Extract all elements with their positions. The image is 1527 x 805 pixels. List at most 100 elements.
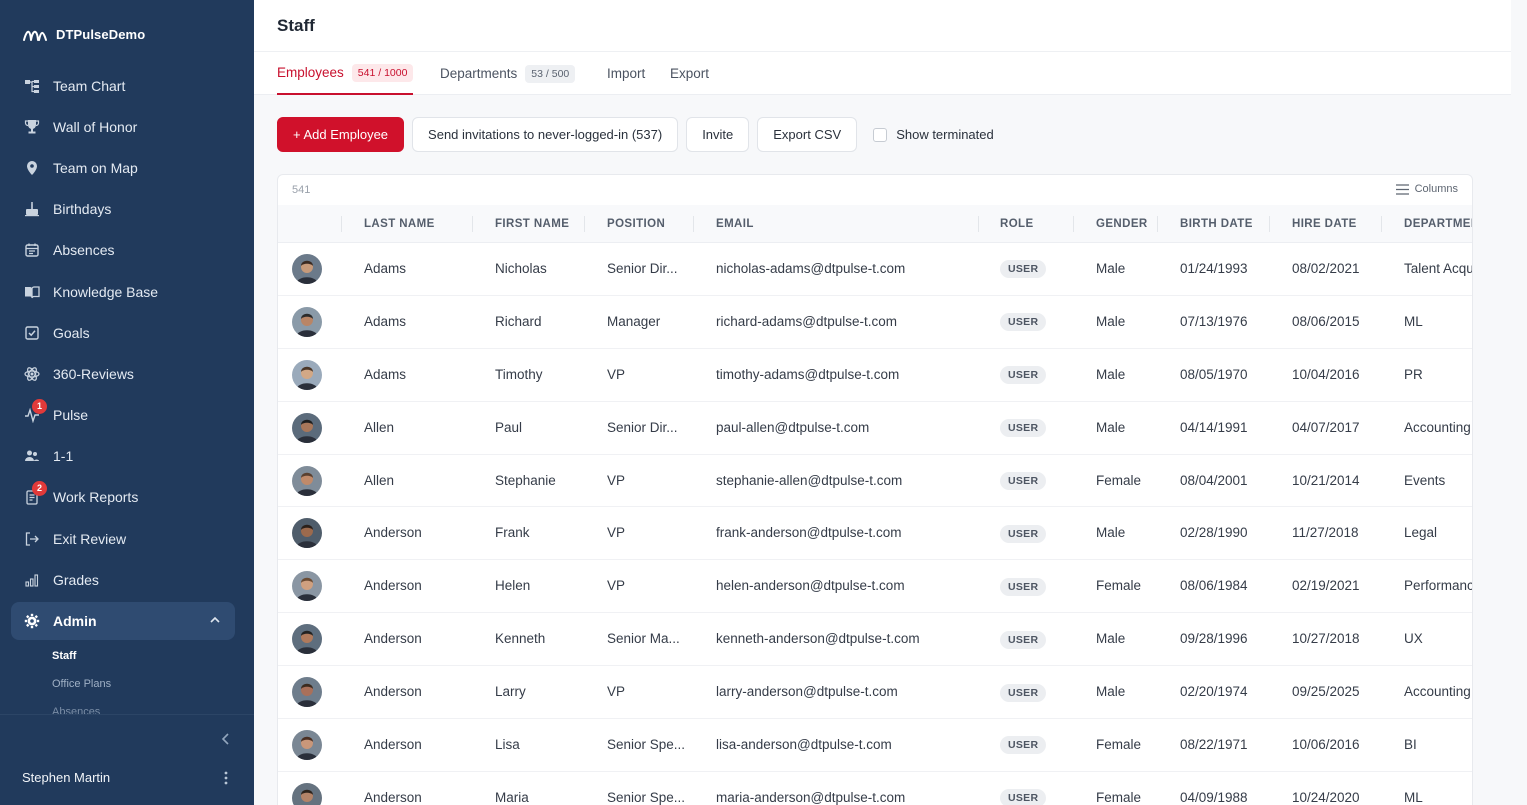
cell-department: Performance — [1404, 578, 1472, 594]
cell-birth-date: 02/28/1990 — [1180, 525, 1248, 541]
sidebar-item-1-1[interactable]: 1-1 — [11, 436, 235, 477]
sidebar-item-label: Grades — [53, 571, 99, 588]
avatar[interactable] — [292, 465, 322, 496]
header-position[interactable]: POSITION — [607, 205, 665, 243]
sidebar-item-team-chart[interactable]: Team Chart — [11, 65, 235, 106]
sidebar-item-absences[interactable]: Absences — [11, 230, 235, 271]
table-row[interactable]: Allen Stephanie VP stephanie-allen@dtpulse-… — [278, 455, 1472, 508]
avatar[interactable] — [292, 254, 322, 284]
cell-email[interactable]: timothy-adams@dtpulse-t.com — [716, 349, 976, 402]
table-row[interactable]: Adams Nicholas Senior Dir... nicholas-adams… — [278, 243, 1472, 296]
gear-icon — [23, 612, 41, 630]
cell-email[interactable]: stephanie-allen@dtpulse-t.com — [716, 455, 976, 508]
map-pin-icon — [23, 159, 41, 177]
cell-last-name: Anderson — [364, 737, 422, 753]
cell-position: Senior Spe... — [607, 737, 686, 753]
sidebar-item-admin[interactable]: Admin — [11, 602, 235, 641]
chevron-up-icon[interactable] — [209, 614, 221, 626]
main-content: Staff Employees 541 / 1000 Departments 5… — [254, 0, 1527, 805]
avatar[interactable] — [292, 624, 322, 655]
cell-email[interactable]: helen-anderson@dtpulse-t.com — [716, 560, 976, 613]
table-row[interactable]: Anderson Maria Senior Spe... maria-anderson… — [278, 772, 1472, 805]
send-invitations-button[interactable]: Send invitations to never-logged-in (537… — [412, 117, 679, 152]
cell-email[interactable]: frank-anderson@dtpulse-t.com — [716, 507, 976, 560]
bar-chart-icon — [23, 571, 41, 589]
cake-icon — [23, 200, 41, 218]
cell-role: USER — [1000, 719, 1070, 772]
sidebar-item-goals[interactable]: Goals — [11, 312, 235, 353]
avatar[interactable] — [292, 782, 322, 805]
table-row[interactable]: Anderson Kenneth Senior Ma... kenneth-ander… — [278, 613, 1472, 667]
avatar[interactable] — [292, 730, 322, 761]
avatar[interactable] — [292, 306, 322, 337]
sidebar-item-wall-of-honor[interactable]: Wall of Honor — [11, 106, 235, 147]
more-vertical-icon[interactable] — [221, 770, 231, 786]
role-badge: USER — [1000, 313, 1047, 332]
subnav-item-staff[interactable]: Staff — [52, 646, 111, 674]
cell-birth-date: 09/28/1996 — [1180, 631, 1248, 647]
tab-import[interactable]: Import — [607, 52, 645, 95]
sidebar-item-exit-review[interactable]: Exit Review — [11, 518, 235, 559]
table-row[interactable]: Anderson Helen VP helen-anderson@dtpulse-t.… — [278, 560, 1472, 614]
cell-email[interactable]: richard-adams@dtpulse-t.com — [716, 296, 976, 349]
cell-role: USER — [1000, 402, 1070, 455]
header-gender[interactable]: GENDER — [1096, 205, 1148, 243]
show-terminated-toggle[interactable]: Show terminated — [873, 127, 994, 142]
sidebar-item-work-reports[interactable]: 2 Work Reports — [11, 477, 235, 518]
avatar[interactable] — [292, 412, 322, 443]
cell-first-name: Helen — [495, 578, 531, 594]
brand-logo-icon — [23, 30, 47, 41]
header-email[interactable]: EMAIL — [716, 205, 754, 243]
tab-departments[interactable]: Departments 53 / 500 — [440, 52, 576, 95]
sidebar-item-pulse[interactable]: 1 Pulse — [11, 395, 235, 436]
brand[interactable]: DTPulseDemo — [22, 24, 145, 44]
tab-count-badge: 541 / 1000 — [351, 63, 414, 82]
avatar[interactable] — [292, 518, 322, 549]
cell-email[interactable]: maria-anderson@dtpulse-t.com — [716, 772, 976, 805]
cell-role: USER — [1000, 349, 1070, 402]
cell-email[interactable]: nicholas-adams@dtpulse-t.com — [716, 243, 976, 296]
subnav-item-office-plans[interactable]: Office Plans — [52, 674, 111, 702]
tab-bar: Employees 541 / 1000 Departments 53 / 50… — [254, 52, 1511, 95]
sidebar-item-knowledge-base[interactable]: Knowledge Base — [11, 271, 235, 312]
cell-first-name: Lisa — [495, 737, 520, 753]
show-terminated-checkbox[interactable] — [873, 127, 888, 142]
table-row[interactable]: Adams Timothy VP timothy-adams@dtpulse-t.co… — [278, 349, 1472, 402]
sidebar: DTPulseDemo Team Chart Wall of Honor Tea… — [0, 0, 254, 805]
header-last-name[interactable]: LAST NAME — [364, 205, 435, 243]
header-department[interactable]: DEPARTMENT — [1404, 205, 1472, 243]
table-row[interactable]: Adams Richard Manager richard-adams@dtpulse… — [278, 296, 1472, 349]
header-role[interactable]: ROLE — [1000, 205, 1034, 243]
role-badge: USER — [1000, 683, 1047, 702]
cell-gender: Male — [1096, 261, 1126, 276]
cell-email[interactable]: larry-anderson@dtpulse-t.com — [716, 666, 976, 719]
user-name[interactable]: Stephen Martin — [22, 770, 110, 785]
cell-email[interactable]: kenneth-anderson@dtpulse-t.com — [716, 613, 976, 666]
tab-export[interactable]: Export — [670, 52, 709, 95]
header-first-name[interactable]: FIRST NAME — [495, 205, 569, 243]
sidebar-item-team-on-map[interactable]: Team on Map — [11, 147, 235, 188]
sidebar-item-birthdays[interactable]: Birthdays — [11, 189, 235, 230]
cell-hire-date: 08/02/2021 — [1292, 261, 1360, 276]
subnav-item-absences[interactable]: Absences — [52, 702, 111, 714]
sidebar-item-label: Exit Review — [53, 530, 127, 547]
collapse-sidebar-icon[interactable] — [218, 731, 234, 747]
sidebar-item-grades[interactable]: Grades — [11, 559, 235, 600]
header-birth-date[interactable]: BIRTH DATE — [1180, 205, 1253, 243]
table-row[interactable]: Allen Paul Senior Dir... paul-allen@dtpulse… — [278, 402, 1472, 455]
tab-employees[interactable]: Employees 541 / 1000 — [277, 52, 414, 95]
avatar[interactable] — [292, 677, 322, 708]
header-hire-date[interactable]: HIRE DATE — [1292, 205, 1357, 243]
cell-email[interactable]: lisa-anderson@dtpulse-t.com — [716, 719, 976, 772]
table-row[interactable]: Anderson Frank VP frank-anderson@dtpulse-t.… — [278, 507, 1472, 561]
table-row[interactable]: Anderson Larry VP larry-anderson@dtpulse-t.… — [278, 666, 1472, 720]
add-employee-button[interactable]: + Add Employee — [277, 117, 405, 152]
table-row[interactable]: Anderson Lisa Senior Spe... lisa-anderson@d… — [278, 719, 1472, 772]
columns-button[interactable]: Columns — [1395, 183, 1458, 195]
export-csv-button[interactable]: Export CSV — [757, 117, 858, 152]
sidebar-item-360-reviews[interactable]: 360-Reviews — [11, 353, 235, 394]
avatar[interactable] — [292, 571, 322, 602]
cell-email[interactable]: paul-allen@dtpulse-t.com — [716, 402, 976, 455]
invite-button[interactable]: Invite — [686, 117, 750, 152]
avatar[interactable] — [292, 359, 322, 390]
